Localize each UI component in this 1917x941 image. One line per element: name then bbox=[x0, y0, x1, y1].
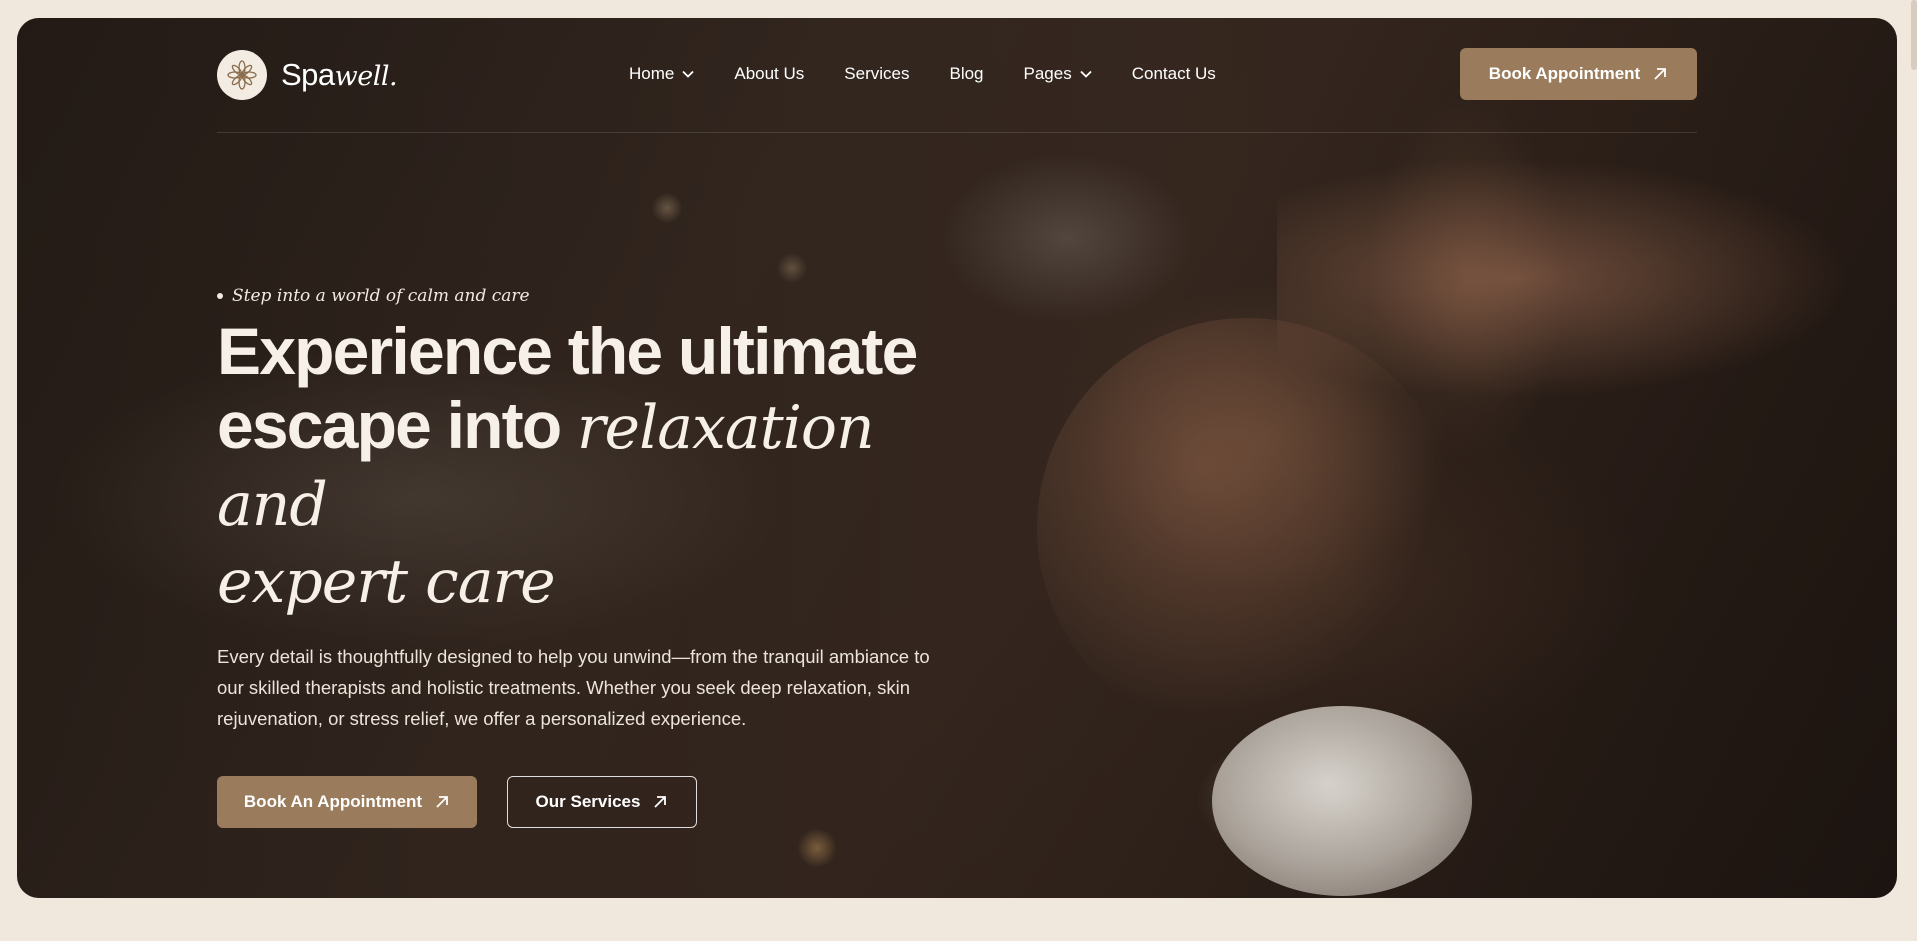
hero-cta-row: Book An Appointment Our Services bbox=[217, 776, 977, 828]
nav-item-label: Blog bbox=[949, 64, 984, 83]
hero-headline: Experience the ultimate escape into rela… bbox=[217, 314, 977, 619]
page-scrollbar[interactable] bbox=[1911, 0, 1917, 70]
brand-name: Spawell. bbox=[281, 57, 398, 93]
our-services-button[interactable]: Our Services bbox=[507, 776, 697, 828]
header-navbar: Spawell. Home About Us Services Blog Pag… bbox=[217, 18, 1697, 133]
bullet-dot-icon bbox=[217, 293, 223, 299]
arrow-up-right-icon bbox=[436, 796, 448, 808]
nav-item-blog[interactable]: Blog bbox=[949, 64, 983, 84]
our-services-label: Our Services bbox=[535, 792, 641, 811]
arrow-up-right-icon bbox=[1654, 68, 1667, 80]
lotus-flower-icon bbox=[217, 50, 267, 100]
brand-name-serif: well. bbox=[334, 61, 398, 92]
logo[interactable]: Spawell. bbox=[217, 50, 398, 100]
hero-tagline: Step into a world of calm and care bbox=[217, 286, 977, 306]
headline-line-2-sans: escape into bbox=[217, 388, 577, 462]
chevron-down-icon bbox=[682, 70, 694, 78]
nav-item-label: About Us bbox=[734, 64, 805, 83]
nav-item-label: Contact Us bbox=[1131, 64, 1216, 83]
hero-image-towel bbox=[1212, 706, 1472, 896]
book-an-appointment-button[interactable]: Book An Appointment bbox=[217, 776, 477, 828]
headline-line-3-serif: expert care bbox=[217, 547, 556, 617]
nav-item-about-us[interactable]: About Us bbox=[734, 64, 804, 84]
hero-tagline-text: Step into a world of calm and care bbox=[232, 286, 530, 306]
nav-item-pages[interactable]: Pages bbox=[1024, 64, 1092, 84]
nav-item-label: Home bbox=[629, 64, 675, 83]
hero-content: Step into a world of calm and care Exper… bbox=[217, 286, 977, 828]
hero-section: Spawell. Home About Us Services Blog Pag… bbox=[17, 18, 1897, 898]
arrow-up-right-icon bbox=[654, 796, 667, 808]
book-appointment-label: Book Appointment bbox=[1488, 64, 1641, 83]
nav-item-home[interactable]: Home bbox=[629, 64, 694, 84]
hero-description: Every detail is thoughtfully designed to… bbox=[217, 646, 930, 729]
book-appointment-button[interactable]: Book Appointment bbox=[1460, 48, 1697, 100]
chevron-down-icon bbox=[1080, 70, 1092, 78]
hero-image-face bbox=[1037, 318, 1457, 738]
nav-item-services[interactable]: Services bbox=[844, 64, 909, 84]
nav-item-label: Pages bbox=[1023, 64, 1072, 83]
book-an-appointment-label: Book An Appointment bbox=[243, 792, 423, 811]
nav-item-label: Services bbox=[844, 64, 910, 83]
brand-name-sans: Spa bbox=[281, 57, 335, 92]
headline-line-1: Experience the ultimate bbox=[217, 314, 918, 388]
main-menu: Home About Us Services Blog Pages Contac… bbox=[629, 64, 1256, 84]
nav-item-contact-us[interactable]: Contact Us bbox=[1132, 64, 1216, 84]
